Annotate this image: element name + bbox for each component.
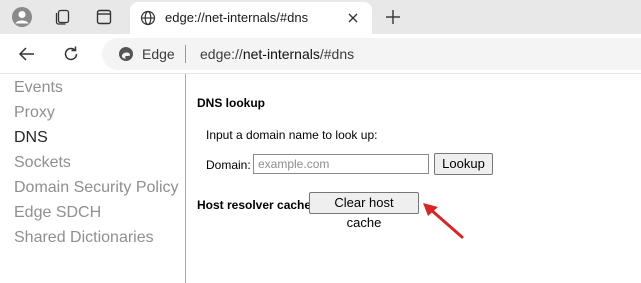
url-host: net-internals <box>242 46 320 62</box>
domain-input[interactable] <box>253 154 429 174</box>
url-scheme: edge:// <box>200 46 243 62</box>
tab-actions-icon[interactable] <box>91 5 117 29</box>
profile-icon[interactable] <box>9 5 35 29</box>
tab-title: edge://net-internals/#dns <box>165 10 309 25</box>
url-path: /#dns <box>319 46 355 62</box>
sidebar-item-domain-security-policy[interactable]: Domain Security Policy <box>14 179 179 197</box>
domain-label: Domain: <box>206 158 251 172</box>
sidebar-item-events[interactable]: Events <box>14 79 63 97</box>
workspaces-icon[interactable] <box>49 5 75 29</box>
lookup-button[interactable]: Lookup <box>434 153 493 175</box>
url-text[interactable]: edge://net-internals/#dns <box>200 46 354 62</box>
dns-lookup-heading: DNS lookup <box>197 96 265 110</box>
globe-icon <box>140 10 156 31</box>
sidebar-item-proxy[interactable]: Proxy <box>14 104 55 122</box>
new-tab-icon[interactable] <box>382 6 404 28</box>
sidebar: Events Proxy DNS Sockets Domain Security… <box>0 74 186 283</box>
active-tab[interactable]: edge://net-internals/#dns <box>130 2 372 34</box>
edge-logo-icon <box>118 46 134 62</box>
sidebar-item-edge-sdch[interactable]: Edge SDCH <box>14 204 101 222</box>
tab-strip: edge://net-internals/#dns <box>0 0 641 34</box>
address-bar[interactable]: Edge edge://net-internals/#dns <box>102 38 641 70</box>
sidebar-item-shared-dictionaries[interactable]: Shared Dictionaries <box>14 229 154 247</box>
sidebar-item-sockets[interactable]: Sockets <box>14 154 71 172</box>
refresh-icon[interactable] <box>61 44 81 64</box>
address-separator <box>185 45 186 63</box>
sidebar-item-dns[interactable]: DNS <box>14 129 48 147</box>
close-icon[interactable] <box>346 11 360 25</box>
toolbar: Edge edge://net-internals/#dns <box>0 34 641 74</box>
clear-host-cache-button[interactable]: Clear host cache <box>309 192 419 230</box>
lookup-instructions: Input a domain name to look up: <box>206 128 378 142</box>
back-icon[interactable] <box>17 44 37 64</box>
annotation-arrow <box>423 203 464 239</box>
dns-panel: DNS lookup Input a domain name to look u… <box>187 74 641 283</box>
site-identity-label: Edge <box>142 46 175 62</box>
host-resolver-cache-label: Host resolver cache <box>197 198 312 212</box>
